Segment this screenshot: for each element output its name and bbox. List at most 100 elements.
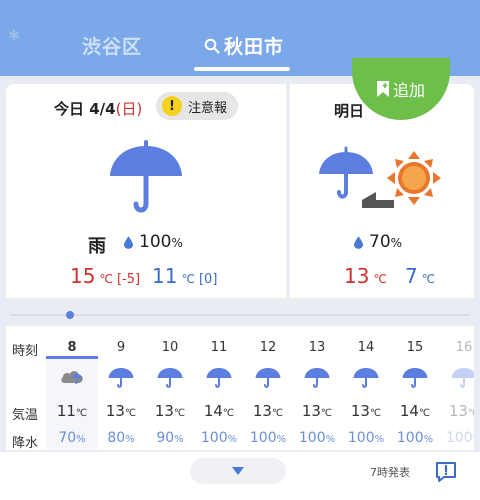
- low-unit: ℃: [181, 272, 195, 286]
- hour-temp-value: 13: [350, 402, 370, 420]
- hour-label: 15: [406, 340, 424, 355]
- temp-unit: ℃: [271, 408, 284, 419]
- hour-rain: 100%: [391, 430, 439, 446]
- current-hour-indicator: [46, 356, 98, 359]
- rain-unit: %: [174, 434, 184, 445]
- rain-unit: %: [76, 434, 86, 445]
- high-unit: ℃: [373, 272, 387, 286]
- hour-label: 11: [210, 340, 228, 355]
- today-high: 15: [70, 264, 96, 288]
- hour-rain-value: 80: [107, 430, 126, 446]
- umbrella-icon: [157, 366, 183, 388]
- hour-rain-value: 100: [445, 430, 473, 446]
- hourly-scroll-track[interactable]: [10, 314, 470, 316]
- rain-unit: %: [374, 434, 385, 445]
- temp-unit: ℃: [124, 408, 137, 419]
- today-high-diff: [-5]: [116, 272, 141, 287]
- advisory-badge[interactable]: ! 注意報: [156, 92, 238, 120]
- rain-unit: %: [423, 434, 434, 445]
- tomorrow-date: 明日: [334, 100, 364, 121]
- umbrella-icon: [206, 366, 232, 388]
- hour-rain: 100%: [195, 430, 243, 446]
- today-precip-value: 100: [139, 232, 172, 252]
- rain-unit: %: [473, 434, 474, 445]
- hour-rain-value: 100: [249, 430, 277, 446]
- raindrop-icon: [124, 235, 133, 249]
- umbrella-icon: [304, 366, 330, 388]
- weather-condition: 雨: [88, 236, 106, 257]
- today-low: 11: [152, 264, 178, 288]
- umbrella-icon: [108, 366, 134, 388]
- tomorrow-precip: 70%: [354, 232, 402, 252]
- expand-button[interactable]: [190, 458, 286, 484]
- hour-temp-value: 13: [252, 402, 272, 420]
- rain-unit: %: [227, 434, 238, 445]
- temp-unit: ℃: [369, 408, 382, 419]
- hour-label: 12: [259, 340, 277, 355]
- hour-temp: 14℃: [391, 402, 439, 420]
- hour-rain: 100%: [440, 430, 474, 446]
- hour-rain-value: 90: [156, 430, 175, 446]
- tomorrow-temps: 13 ℃ 7 ℃: [344, 264, 435, 288]
- hourly-scroll-thumb[interactable]: [66, 311, 74, 319]
- hour-temp: 13℃: [97, 402, 145, 420]
- search-icon: [204, 38, 220, 54]
- bookmark-plus-icon: [376, 81, 389, 97]
- high-unit: ℃: [99, 272, 113, 286]
- hour-temp-value: 13: [301, 402, 321, 420]
- percent-unit: %: [390, 236, 403, 250]
- temp-unit: ℃: [320, 408, 333, 419]
- hour-label: 14: [357, 340, 375, 355]
- percent-unit: %: [171, 236, 183, 250]
- rain-unit: %: [325, 434, 336, 445]
- umbrella-icon: [451, 366, 474, 388]
- hour-label: 9: [116, 340, 126, 355]
- umbrella-icon: [353, 366, 379, 388]
- today-date-value: 4/4: [89, 100, 116, 118]
- today-forecast-card[interactable]: 今日 4/4(日) ! 注意報 雨 100% 15 ℃ [-5] 11 ℃ [0]: [6, 84, 286, 298]
- hour-temp: 11℃: [48, 402, 96, 420]
- temp-unit: ℃: [222, 408, 235, 419]
- hour-temp: 13℃: [342, 402, 390, 420]
- tomorrow-label: 明日: [334, 102, 365, 120]
- today-precip: 100%: [124, 232, 183, 252]
- today-date: 今日 4/4(日): [54, 98, 142, 119]
- tab-shibuya[interactable]: 渋谷区: [82, 32, 142, 59]
- add-label: 追加: [392, 81, 425, 100]
- today-low-diff: [0]: [198, 272, 218, 287]
- hour-rain: 90%: [146, 430, 194, 446]
- hour-temp: 13℃: [244, 402, 292, 420]
- hour-temp: 13℃: [146, 402, 194, 420]
- warning-icon: !: [162, 96, 182, 116]
- hour-label: 10: [161, 340, 179, 355]
- hour-rain: 70%: [48, 430, 96, 446]
- tab-label: 秋田市: [224, 36, 285, 58]
- hour-temp-value: 13: [154, 402, 174, 420]
- time-row-label: 時刻: [12, 344, 39, 359]
- hour-label: 16: [455, 340, 473, 355]
- hour-temp-value: 11: [56, 402, 76, 420]
- today-label: 今日: [54, 100, 85, 118]
- hour-label: 13: [308, 340, 326, 355]
- report-icon[interactable]: [434, 460, 458, 484]
- hourly-forecast-table[interactable]: 時刻 気温 降水 8 11℃ 70% 9 13℃ 80% 10 13℃ 90% 11 14℃ 100%…: [6, 326, 474, 450]
- today-temps: 15 ℃ [-5] 11 ℃ [0]: [70, 264, 217, 288]
- chevron-down-icon: [232, 467, 244, 475]
- raindrop-icon: [354, 235, 363, 249]
- hour-rain: 100%: [244, 430, 292, 446]
- temp-row-label: 気温: [12, 408, 39, 423]
- hour-rain-value: 70: [58, 430, 77, 446]
- tab-akita[interactable]: 秋田市: [204, 32, 284, 59]
- hour-temp: 13℃: [440, 402, 474, 420]
- rain-unit: %: [125, 434, 135, 445]
- hour-rain: 100%: [342, 430, 390, 446]
- hour-temp-value: 14: [399, 402, 419, 420]
- rain-row-label: 降水: [12, 436, 39, 450]
- issued-time: 7時発表: [370, 466, 410, 479]
- temp-unit: ℃: [75, 408, 88, 419]
- umbrella-icon: [110, 140, 182, 213]
- tab-label: 渋谷区: [82, 36, 143, 58]
- bluetooth-icon: ✱: [8, 28, 20, 44]
- tomorrow-precip-value: 70: [369, 232, 391, 252]
- today-day-of-week: (日): [115, 100, 143, 118]
